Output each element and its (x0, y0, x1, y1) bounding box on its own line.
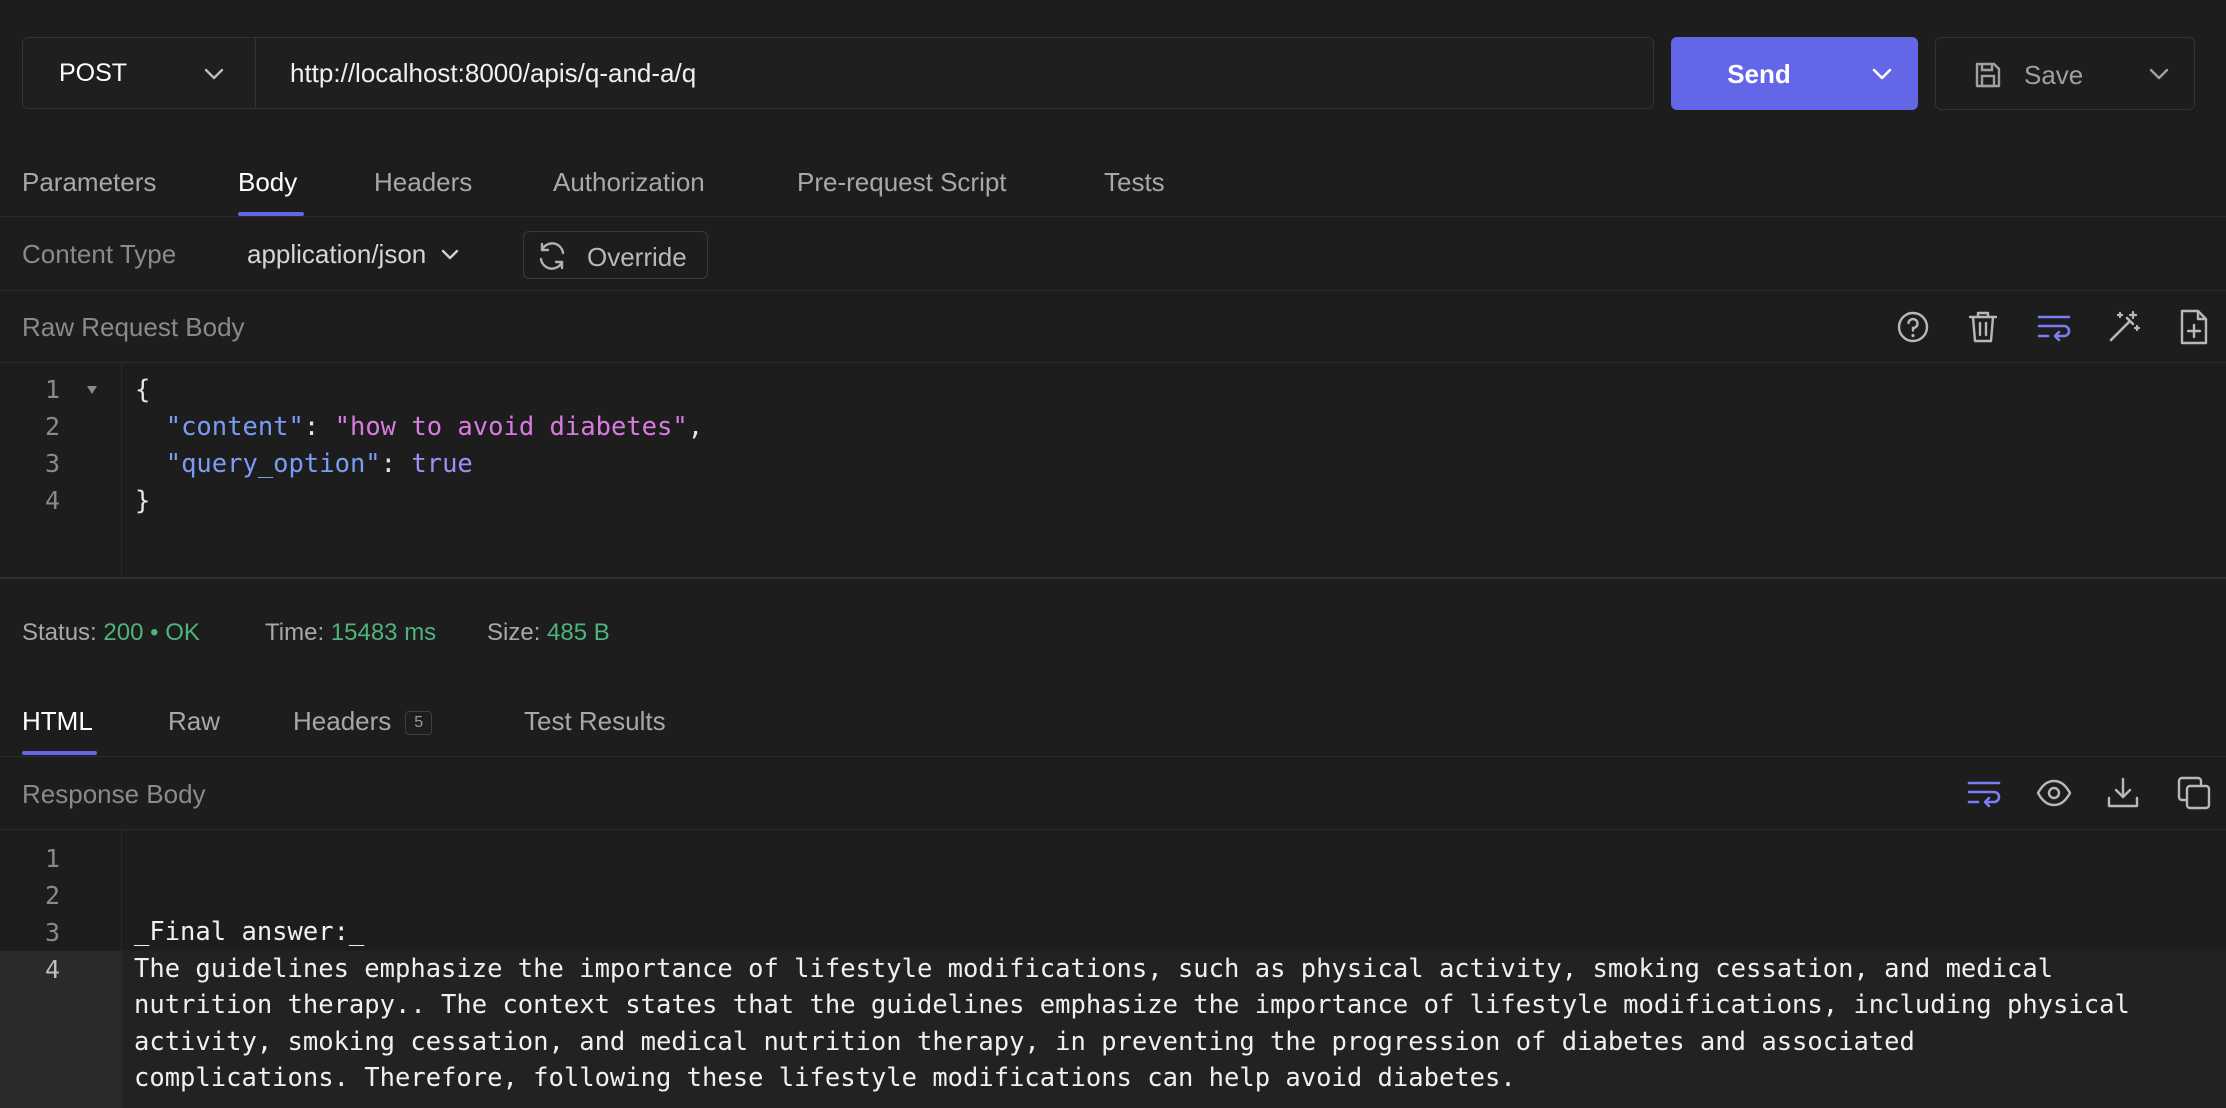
magic-wand-icon[interactable] (2106, 309, 2142, 345)
divider (0, 756, 2226, 757)
tab-pre-request-script[interactable]: Pre-request Script (797, 167, 1007, 198)
chevron-down-icon (203, 64, 225, 84)
response-body-title: Response Body (22, 779, 206, 809)
raw-request-body-title: Raw Request Body (22, 312, 245, 342)
response-size: Size: 485 B (487, 619, 610, 646)
download-icon[interactable] (2106, 776, 2140, 810)
line-number: 4 (44, 955, 60, 984)
line-number: 2 (44, 412, 60, 441)
tab-authorization[interactable]: Authorization (553, 167, 705, 198)
override-button[interactable]: Override (523, 231, 708, 279)
help-icon[interactable] (1896, 310, 1930, 344)
content-type-value: application/json (247, 239, 427, 269)
response-status: Status: 200 • OK (22, 619, 200, 646)
code-line: "query_option": true (165, 449, 473, 479)
fold-triangle-icon[interactable] (86, 385, 98, 395)
content-type-label: Content Type (22, 239, 177, 269)
content-type-select[interactable]: application/json (247, 239, 460, 270)
line-number: 4 (44, 486, 60, 515)
response-time: Time: 15483 ms (265, 619, 437, 646)
method-value: POST (59, 58, 128, 87)
chevron-down-icon[interactable] (1871, 65, 1893, 83)
line-number: 2 (44, 881, 60, 910)
response-line: The guidelines emphasize the importance … (134, 954, 2054, 984)
response-body-viewer[interactable]: _Final answer:_ The guidelines emphasize… (122, 830, 2226, 1108)
divider (0, 216, 2226, 217)
response-line: complications. Therefore, following thes… (134, 1063, 1516, 1093)
trash-icon[interactable] (1966, 309, 2000, 345)
chevron-down-icon[interactable] (2148, 65, 2170, 83)
tab-body[interactable]: Body (238, 167, 297, 198)
code-line: { (135, 375, 151, 405)
tab-test-results[interactable]: Test Results (524, 706, 666, 737)
save-label: Save (2024, 60, 2084, 90)
tab-raw[interactable]: Raw (168, 706, 220, 737)
copy-icon[interactable] (2176, 775, 2212, 811)
code-line: } (135, 486, 151, 516)
tab-response-headers[interactable]: Headers 5 (293, 706, 433, 737)
response-line: nutrition therapy.. The context states t… (134, 990, 2130, 1020)
tab-tests[interactable]: Tests (1104, 167, 1165, 198)
method-select[interactable]: POST (22, 37, 255, 109)
line-number: 1 (44, 844, 60, 873)
wrap-lines-icon[interactable] (2036, 312, 2072, 342)
new-file-icon[interactable] (2178, 308, 2210, 346)
line-number: 3 (44, 918, 60, 947)
divider (0, 290, 2226, 291)
save-button[interactable]: Save (1935, 37, 2195, 110)
active-tab-indicator (22, 751, 97, 755)
refresh-icon (535, 241, 569, 271)
eye-icon[interactable] (2036, 778, 2072, 808)
wrap-lines-icon[interactable] (1966, 778, 2002, 808)
line-number: 3 (44, 449, 60, 478)
request-body-editor[interactable]: { "content": "how to avoid diabetes", "q… (122, 363, 2226, 577)
chevron-down-icon (440, 246, 460, 264)
override-label: Override (587, 242, 687, 272)
code-line: "content": "how to avoid diabetes", (165, 412, 704, 442)
tab-parameters[interactable]: Parameters (22, 167, 156, 198)
send-label: Send (1727, 59, 1791, 89)
pane-resize-handle[interactable] (0, 577, 2226, 579)
url-value: http://localhost:8000/apis/q-and-a/q (290, 57, 697, 88)
headers-count-badge: 5 (405, 711, 433, 736)
floppy-disk-icon (1972, 59, 2004, 91)
send-button[interactable]: Send (1671, 37, 1918, 110)
tab-headers[interactable]: Headers (374, 167, 472, 198)
line-number: 1 (44, 375, 60, 404)
status-text: OK (165, 619, 200, 646)
tab-html[interactable]: HTML (22, 706, 93, 737)
url-input[interactable]: http://localhost:8000/apis/q-and-a/q (255, 37, 1654, 109)
response-line: activity, smoking cessation, and medical… (134, 1027, 1915, 1057)
response-line: _Final answer:_ (134, 917, 365, 947)
status-code: 200 (103, 619, 144, 646)
